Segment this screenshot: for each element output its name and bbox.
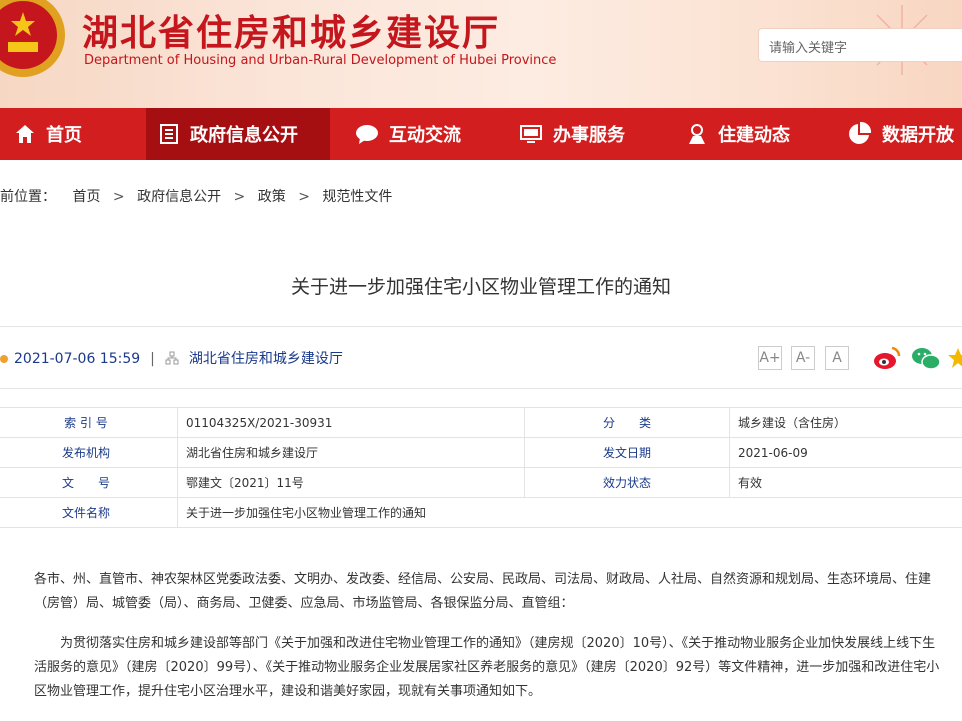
info-value: 湖北省住房和城乡建设厅 xyxy=(177,437,525,468)
info-label: 效力状态 xyxy=(524,467,730,498)
meta-separator: | xyxy=(150,351,155,367)
document-list-icon xyxy=(160,124,178,144)
nav-label: 数据开放 xyxy=(882,125,954,146)
info-value: 01104325X/2021-30931 xyxy=(177,407,525,438)
nav-item-data[interactable]: 数据开放 xyxy=(846,108,954,160)
table-row: 索 引 号 01104325X/2021-30931 分 类 城乡建设（含住房） xyxy=(0,407,962,438)
info-value: 2021-06-09 xyxy=(729,437,962,468)
info-value: 有效 xyxy=(729,467,962,498)
info-label: 分 类 xyxy=(524,407,730,438)
clock-icon xyxy=(0,355,8,363)
breadcrumb-prefix: 前位置： xyxy=(0,189,56,205)
info-label: 文件名称 xyxy=(0,497,178,528)
article-source: 湖北省住房和城乡建设厅 xyxy=(188,351,343,367)
nav-label: 首页 xyxy=(46,125,82,146)
info-label: 索 引 号 xyxy=(0,407,178,438)
person-icon xyxy=(689,124,705,144)
national-emblem-icon xyxy=(0,0,65,77)
divider xyxy=(0,388,962,389)
nav-item-services[interactable]: 办事服务 xyxy=(519,108,625,160)
wechat-icon[interactable] xyxy=(911,346,941,372)
nav-label: 住建动态 xyxy=(718,125,790,146)
pie-chart-icon xyxy=(849,121,872,144)
breadcrumb-separator: > xyxy=(298,189,310,205)
info-value: 城乡建设（含住房） xyxy=(729,407,962,438)
font-larger-button[interactable]: A+ xyxy=(758,346,782,370)
table-row: 文 号 鄂建文〔2021〕11号 效力状态 有效 xyxy=(0,467,962,498)
article-title: 关于进一步加强住宅小区物业管理工作的通知 xyxy=(290,276,671,298)
breadcrumb-home[interactable]: 首页 xyxy=(72,189,100,205)
table-row: 文件名称 关于进一步加强住宅小区物业管理工作的通知 xyxy=(0,497,962,528)
nav-label: 办事服务 xyxy=(553,125,625,146)
breadcrumb-policy[interactable]: 政策 xyxy=(258,189,286,205)
article-meta: 2021-07-06 15:59 | 湖北省住房和城乡建设厅 xyxy=(0,348,343,368)
font-smaller-button[interactable]: A- xyxy=(791,346,815,370)
info-label: 发布机构 xyxy=(0,437,178,468)
article-datetime: 2021-07-06 15:59 xyxy=(14,351,141,367)
header-banner: 湖北省住房和城乡建设厅 Department of Housing and Ur… xyxy=(0,0,962,108)
breadcrumb-gov-info[interactable]: 政府信息公开 xyxy=(137,189,221,205)
table-row: 发布机构 湖北省住房和城乡建设厅 发文日期 2021-06-09 xyxy=(0,437,962,468)
breadcrumb-normative[interactable]: 规范性文件 xyxy=(322,189,392,205)
info-label: 文 号 xyxy=(0,467,178,498)
site-title: 湖北省住房和城乡建设厅 xyxy=(82,12,501,54)
nav-label: 政府信息公开 xyxy=(190,125,298,146)
nav-item-news[interactable]: 住建动态 xyxy=(686,108,790,160)
home-icon xyxy=(16,125,34,143)
nav-item-interaction[interactable]: 互动交流 xyxy=(355,108,461,160)
nav-item-gov-info[interactable]: 政府信息公开 xyxy=(146,108,330,160)
breadcrumb: 前位置： 首页 > 政府信息公开 > 政策 > 规范性文件 xyxy=(0,186,392,206)
search-placeholder: 请输入关键字 xyxy=(769,41,848,56)
font-default-button[interactable]: A xyxy=(825,346,849,370)
article-recipients: 各市、州、直管市、神农架林区党委政法委、文明办、发改委、经信局、公安局、民政局、… xyxy=(34,572,932,611)
main-nav: 首页 政府信息公开 互动交流 办事服务 住建动态 数据开放 xyxy=(0,108,962,160)
org-chart-icon xyxy=(165,351,179,365)
nav-label: 互动交流 xyxy=(389,125,461,146)
article-intro: 为贯彻落实住房和城乡建设部等部门《关于加强和改进住宅物业管理工作的通知》（建房规… xyxy=(34,636,940,699)
breadcrumb-separator: > xyxy=(233,189,246,205)
search-input[interactable]: 请输入关键字 xyxy=(758,28,962,62)
site-subtitle: Department of Housing and Urban-Rural De… xyxy=(84,53,557,68)
chat-bubble-icon xyxy=(356,125,378,144)
info-value: 鄂建文〔2021〕11号 xyxy=(177,467,525,498)
monitor-icon xyxy=(520,125,542,143)
info-value: 关于进一步加强住宅小区物业管理工作的通知 xyxy=(177,497,962,528)
document-info-table: 索 引 号 01104325X/2021-30931 分 类 城乡建设（含住房）… xyxy=(0,407,962,528)
favorite-star-icon[interactable] xyxy=(948,347,962,369)
divider xyxy=(0,326,962,327)
weibo-icon[interactable] xyxy=(872,344,902,372)
info-label: 发文日期 xyxy=(524,437,730,468)
breadcrumb-separator: > xyxy=(112,189,125,205)
nav-item-home[interactable]: 首页 xyxy=(14,108,82,160)
